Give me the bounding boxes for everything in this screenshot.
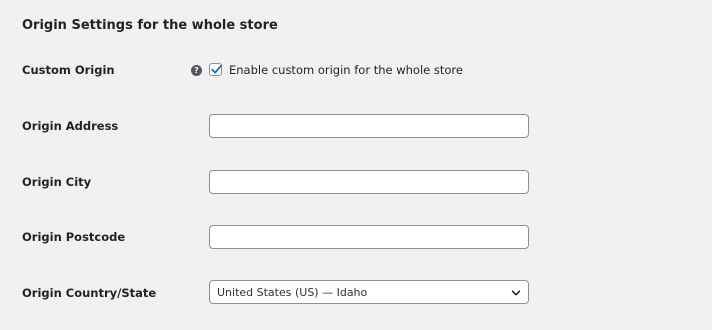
origin-postcode-input[interactable] (209, 225, 529, 249)
chevron-down-icon (511, 290, 521, 296)
origin-city-input[interactable] (209, 170, 529, 194)
custom-origin-label: Custom Origin (22, 63, 115, 77)
origin-country-select[interactable]: United States (US) — Idaho (209, 280, 529, 304)
section-title: Origin Settings for the whole store (22, 18, 278, 33)
enable-custom-origin-checkbox[interactable] (209, 63, 223, 76)
origin-city-label: Origin City (22, 175, 92, 189)
origin-address-input[interactable] (209, 114, 529, 138)
origin-country-selected-value: United States (US) — Idaho (217, 286, 368, 299)
help-icon[interactable]: ? (191, 65, 202, 76)
origin-postcode-label: Origin Postcode (22, 230, 126, 244)
enable-custom-origin-label[interactable]: Enable custom origin for the whole store (229, 63, 463, 77)
origin-address-label: Origin Address (22, 119, 119, 133)
checkmark-icon (211, 64, 223, 74)
origin-country-label: Origin Country/State (22, 286, 157, 300)
